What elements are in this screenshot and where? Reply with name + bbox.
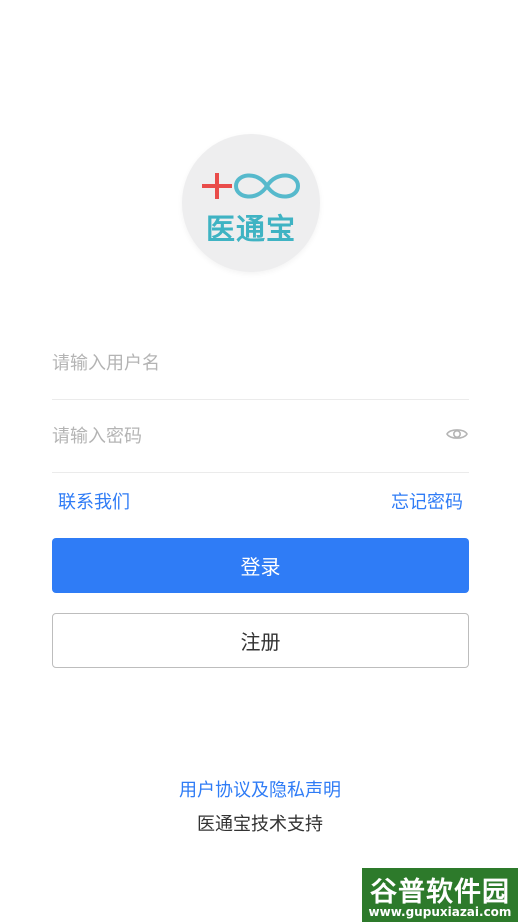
tech-support-text: 医通宝技术支持 [197,814,323,835]
password-input[interactable] [52,400,422,472]
auth-links: 联系我们 忘记密码 [58,488,463,516]
user-agreement-link[interactable]: 用户协议及隐私声明 [0,776,520,802]
username-field-row [52,327,469,400]
logo-text: 医通宝 [205,212,296,246]
username-input[interactable] [52,327,422,399]
plus-icon [202,173,232,199]
infinity-icon [233,173,301,199]
watermark-title: 谷普软件园 [370,877,510,908]
contact-us-link[interactable]: 联系我们 [58,488,130,514]
password-field-row [52,400,469,473]
register-button[interactable]: 注册 [52,613,469,668]
forgot-password-link[interactable]: 忘记密码 [391,488,463,514]
logo-graphic [202,173,301,199]
watermark-badge: 谷普软件园 www.gupuxiazai.com [362,868,518,922]
app-logo: 医通宝 [182,134,320,272]
login-screen: 医通宝 联系我们 忘记密码 登录 注册 用户协议及隐私声明 医通宝技术支持 谷普… [0,0,520,924]
eye-icon[interactable] [445,422,469,446]
login-button[interactable]: 登录 [52,538,469,593]
watermark-url: www.gupuxiazai.com [368,905,512,919]
